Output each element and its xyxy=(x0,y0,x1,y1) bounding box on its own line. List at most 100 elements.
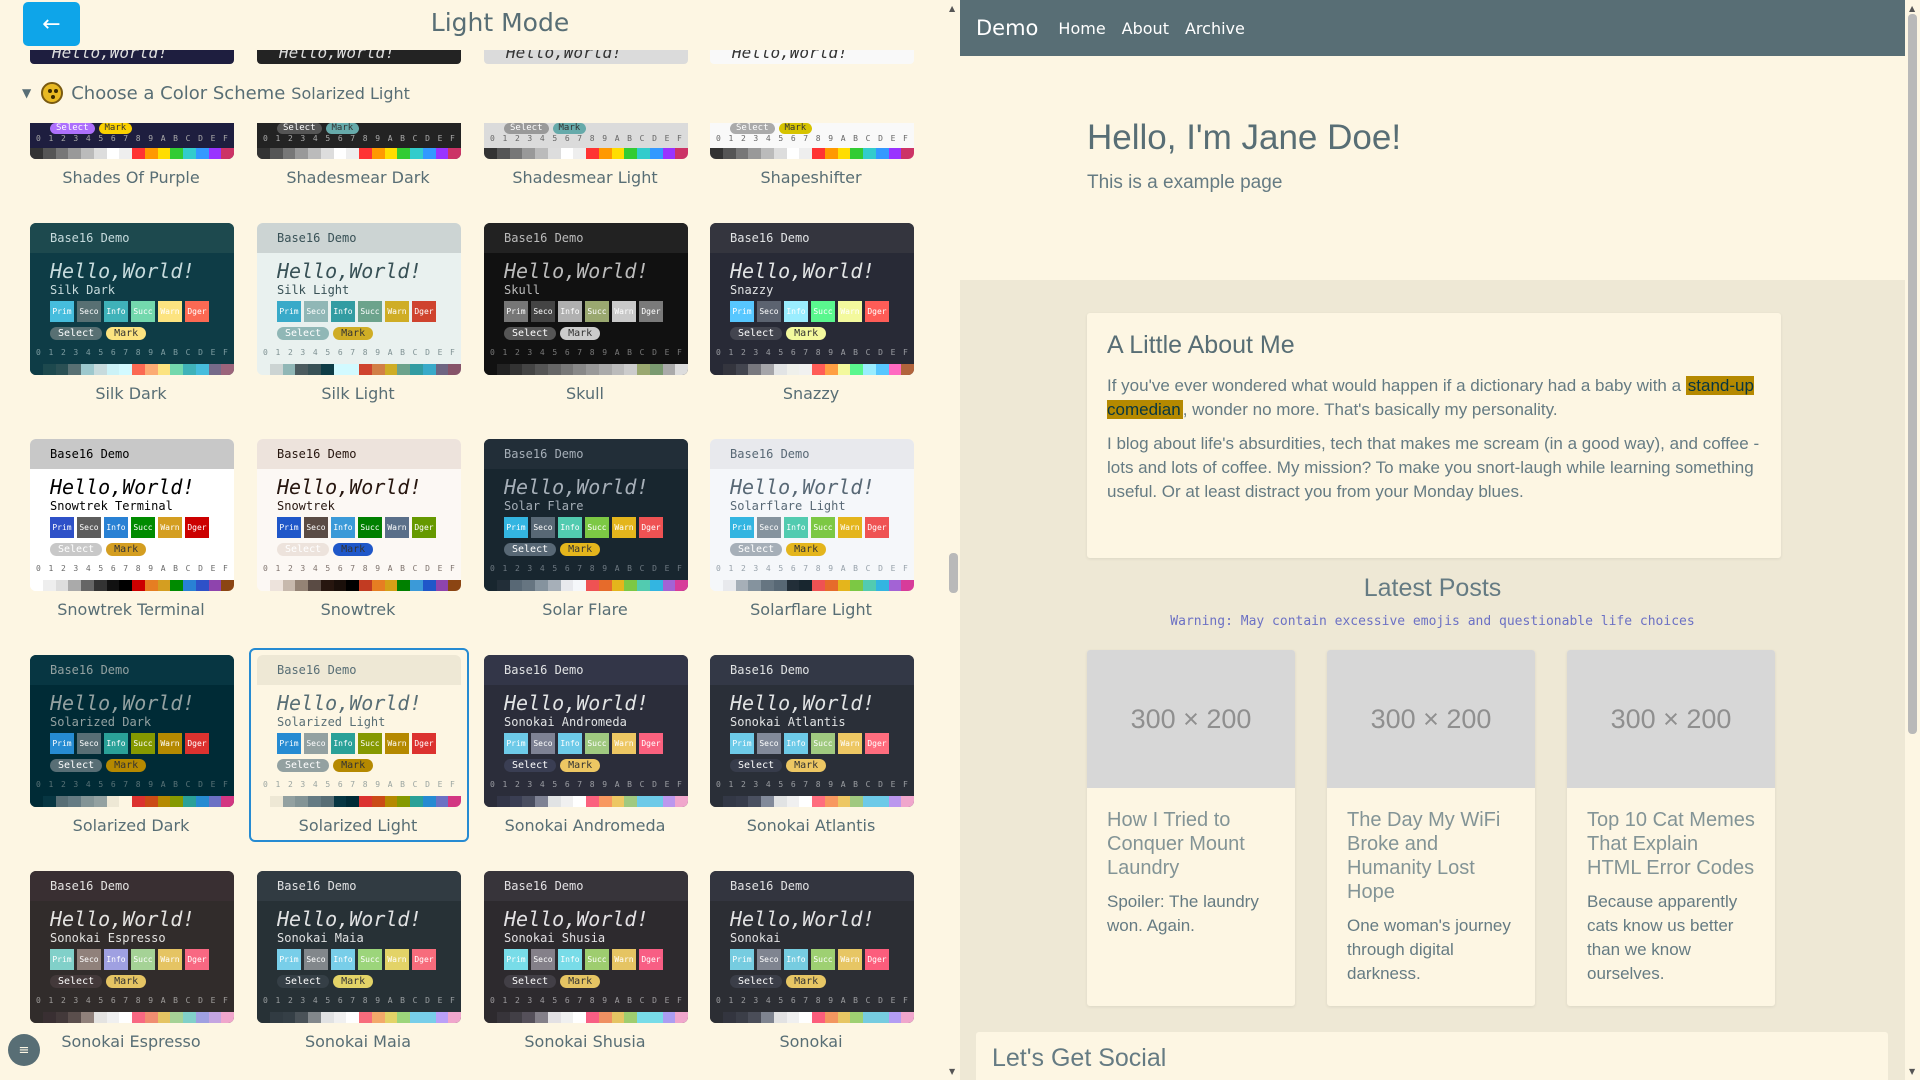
scheme-card[interactable]: Base16 Demo Hello,World! Silk Light Prim Sec… xyxy=(257,223,461,375)
post-title[interactable]: The Day My WiFi Broke and Humanity Lost … xyxy=(1327,788,1535,904)
scheme-card[interactable]: Base16 Demo Hello,World! Skull Prim Seco Info… xyxy=(484,223,688,375)
scrollbar-thumb[interactable] xyxy=(949,553,958,593)
select-pill: Select xyxy=(504,975,557,988)
select-pill: Select xyxy=(277,123,322,134)
card-hello: Hello,World! xyxy=(50,907,195,931)
mark-pill: Mark xyxy=(333,327,374,340)
scheme-card[interactable]: Base16 Demo Hello,World! Sonokai Andromeda… xyxy=(484,655,688,807)
color-swatch: Dger xyxy=(865,949,889,970)
card-hello: Hello,World! xyxy=(504,475,649,499)
mark-pill: Mark xyxy=(106,975,147,988)
scheme-card[interactable]: Base16 Demo Hello,World! Sonokai Atlantis P… xyxy=(710,655,914,807)
color-swatch: Seco xyxy=(304,517,328,538)
card-header: Base16 Demo xyxy=(710,871,914,901)
scheme-label[interactable]: Solarflare Light xyxy=(697,600,925,619)
color-swatch: Warn xyxy=(612,517,636,538)
scheme-label[interactable]: Skull xyxy=(471,384,699,403)
scheme-card[interactable]: Base16 Demo Hello,World! Sonokai Prim Seco In… xyxy=(710,871,914,1023)
scheme-label[interactable]: Snowtrek Terminal xyxy=(17,600,245,619)
scheme-card[interactable]: Base16 Demo Hello,World! Sonokai Maia Prim S… xyxy=(257,871,461,1023)
scheme-label[interactable]: Silk Light xyxy=(244,384,472,403)
post-card[interactable]: 300 × 200 The Day My WiFi Broke and Human… xyxy=(1327,650,1535,1006)
color-swatch: Succ xyxy=(131,949,155,970)
scrollbar-thumb[interactable] xyxy=(1908,14,1917,734)
scheme-label[interactable]: Sonokai Maia xyxy=(244,1032,472,1051)
scheme-card[interactable]: Base16 Demo Hello,World! Solarflare Light P… xyxy=(710,439,914,591)
strip-card: Hello,World! xyxy=(257,50,461,64)
strip-card: Hello,World! xyxy=(484,50,688,64)
scheme-card[interactable]: Base16 Demo Hello,World! Snowtrek Terminal… xyxy=(30,439,234,591)
scheme-label[interactable]: Shadesmear Light xyxy=(471,168,699,187)
card-hello: Hello,World! xyxy=(730,259,875,283)
scheme-label[interactable]: Sonokai Andromeda xyxy=(471,816,699,835)
select-pill: Select xyxy=(504,543,557,556)
select-pill: Select xyxy=(504,759,557,772)
color-swatch: Warn xyxy=(838,517,862,538)
palette-icon xyxy=(41,82,64,104)
post-card[interactable]: 300 × 200 How I Tried to Conquer Mount La… xyxy=(1087,650,1295,1006)
post-card[interactable]: 300 × 200 Top 10 Cat Memes That Explain H… xyxy=(1567,650,1775,1006)
scroll-up-icon[interactable]: ▲ xyxy=(1909,4,1915,13)
navbar: Demo Home About Archive xyxy=(960,0,1905,56)
scheme-card[interactable]: Base16 Demo Hello,World! Sonokai Shusia Pri… xyxy=(484,871,688,1023)
card-header: Base16 Demo xyxy=(710,439,914,469)
nav-archive[interactable]: Archive xyxy=(1185,19,1245,38)
scheme-label[interactable]: Shadesmear Dark xyxy=(244,168,472,187)
scheme-card[interactable]: Base16 Demo Hello,World! Sonokai Espresso P… xyxy=(30,871,234,1023)
scheme-label[interactable]: Sonokai xyxy=(697,1032,925,1051)
posts-warning: Warning: May contain excessive emojis an… xyxy=(1170,614,1695,629)
color-swatch: Succ xyxy=(585,517,609,538)
scroll-down-icon[interactable]: ▼ xyxy=(949,1067,955,1076)
scheme-label[interactable]: Shapeshifter xyxy=(697,168,925,187)
scheme-card[interactable]: Select Mark 0 1 2 3 4 5 6 7 8 9 A B C D E F xyxy=(710,123,914,159)
brand-link[interactable]: Demo xyxy=(976,16,1038,40)
scroll-down-icon[interactable]: ▼ xyxy=(1909,1067,1915,1076)
color-swatch: Seco xyxy=(77,517,101,538)
mark-pill: Mark xyxy=(552,123,587,134)
color-swatch: Seco xyxy=(531,733,555,754)
post-title[interactable]: Top 10 Cat Memes That Explain HTML Error… xyxy=(1567,788,1775,880)
scheme-card[interactable]: Base16 Demo Hello,World! Solar Flare Prim Se… xyxy=(484,439,688,591)
posts-title: Latest Posts xyxy=(1363,574,1502,602)
scheme-card[interactable]: Base16 Demo Hello,World! Silk Dark Prim Seco… xyxy=(30,223,234,375)
mark-pill: Mark xyxy=(106,759,147,772)
card-scheme-name: Sonokai Maia xyxy=(277,931,364,945)
scheme-label[interactable]: Shades Of Purple xyxy=(17,168,245,187)
scheme-picker-pane: ← Light Mode Hello,World! Hello,World! Hel… xyxy=(0,0,960,1080)
nav-home[interactable]: Home xyxy=(1058,19,1105,38)
scheme-card[interactable]: Select Mark 0 1 2 3 4 5 6 7 8 9 A B C D E F xyxy=(257,123,461,159)
scheme-label[interactable]: Snazzy xyxy=(697,384,925,403)
color-swatch: Prim xyxy=(504,301,528,322)
scroll-up-icon[interactable]: ▲ xyxy=(949,4,955,13)
scheme-card[interactable]: Base16 Demo Hello,World! Solarized Dark Pri… xyxy=(30,655,234,807)
scheme-label[interactable]: Sonokai Shusia xyxy=(471,1032,699,1051)
scheme-label[interactable]: Sonokai Atlantis xyxy=(697,816,925,835)
scheme-card[interactable]: Select Mark 0 1 2 3 4 5 6 7 8 9 A B C D E F xyxy=(484,123,688,159)
color-scheme-section-toggle[interactable]: ▼ Choose a Color Scheme Solarized Light xyxy=(22,82,410,104)
color-swatch: Dger xyxy=(639,301,663,322)
scheme-label[interactable]: Sonokai Espresso xyxy=(17,1032,245,1051)
select-pill: Select xyxy=(50,327,103,340)
scheme-label[interactable]: Solarized Dark xyxy=(17,816,245,835)
card-header: Base16 Demo xyxy=(30,439,234,469)
nav-about[interactable]: About xyxy=(1122,19,1169,38)
scheme-label[interactable]: Solar Flare xyxy=(471,600,699,619)
scheme-label[interactable]: Silk Dark xyxy=(17,384,245,403)
mark-pill: Mark xyxy=(778,123,813,134)
card-header: Base16 Demo xyxy=(257,439,461,469)
color-swatch: Prim xyxy=(277,517,301,538)
left-scrollbar[interactable]: ▲ ▼ xyxy=(945,0,960,1080)
card-scheme-name: Snazzy xyxy=(730,283,774,297)
right-scrollbar[interactable]: ▲ ▼ xyxy=(1905,0,1920,1080)
scheme-card[interactable]: Select Mark 0 1 2 3 4 5 6 7 8 9 A B C D E F xyxy=(30,123,234,159)
mark-pill: Mark xyxy=(560,759,601,772)
scheme-card[interactable]: Base16 Demo Hello,World! Snowtrek Prim Seco I… xyxy=(257,439,461,591)
color-swatch: Info xyxy=(784,301,808,322)
post-title[interactable]: How I Tried to Conquer Mount Laundry xyxy=(1087,788,1295,880)
mark-pill: Mark xyxy=(786,975,827,988)
select-pill: Select xyxy=(277,975,330,988)
scheme-card[interactable]: Base16 Demo Hello,World! Snazzy Prim Seco Inf… xyxy=(710,223,914,375)
color-swatch: Seco xyxy=(531,949,555,970)
menu-button[interactable]: ≡ xyxy=(8,1034,40,1066)
scheme-label[interactable]: Snowtrek xyxy=(244,600,472,619)
